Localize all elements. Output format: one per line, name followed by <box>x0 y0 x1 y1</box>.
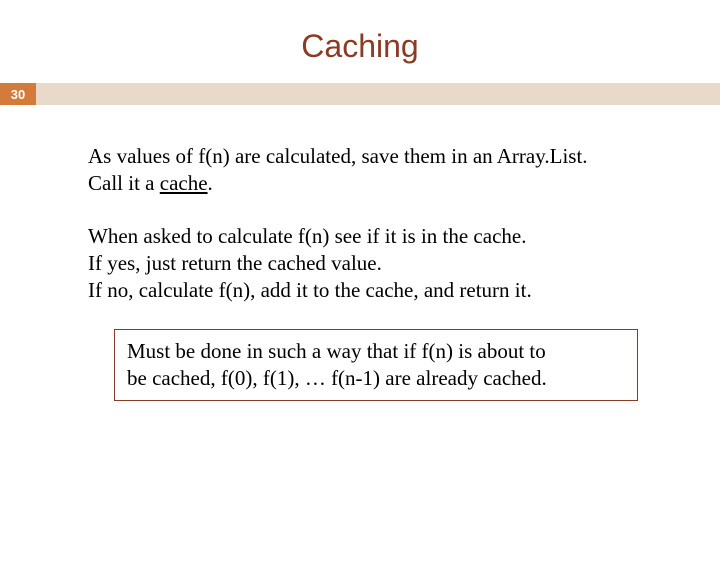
para2-line3: If no, calculate f(n), add it to the cac… <box>88 278 532 302</box>
callout-line2: be cached, f(0), f(1), … f(n-1) are alre… <box>127 366 547 390</box>
para1-line2b: . <box>208 171 213 195</box>
para1-cache-word: cache <box>160 171 208 195</box>
paragraph-2: When asked to calculate f(n) see if it i… <box>88 223 664 304</box>
callout-box: Must be done in such a way that if f(n) … <box>114 329 638 401</box>
paragraph-1: As values of f(n) are calculated, save t… <box>88 143 664 197</box>
para2-line2: If yes, just return the cached value. <box>88 251 382 275</box>
page-number: 30 <box>0 83 36 105</box>
header-bar: 30 <box>0 83 720 105</box>
para1-line1: As values of f(n) are calculated, save t… <box>88 144 588 168</box>
header-bar-fill <box>36 83 720 105</box>
callout-line1: Must be done in such a way that if f(n) … <box>127 339 546 363</box>
slide: Caching 30 As values of f(n) are calcula… <box>0 28 720 568</box>
slide-body: As values of f(n) are calculated, save t… <box>0 105 720 401</box>
slide-title: Caching <box>0 28 720 65</box>
para1-line2a: Call it a <box>88 171 160 195</box>
para2-line1: When asked to calculate f(n) see if it i… <box>88 224 526 248</box>
